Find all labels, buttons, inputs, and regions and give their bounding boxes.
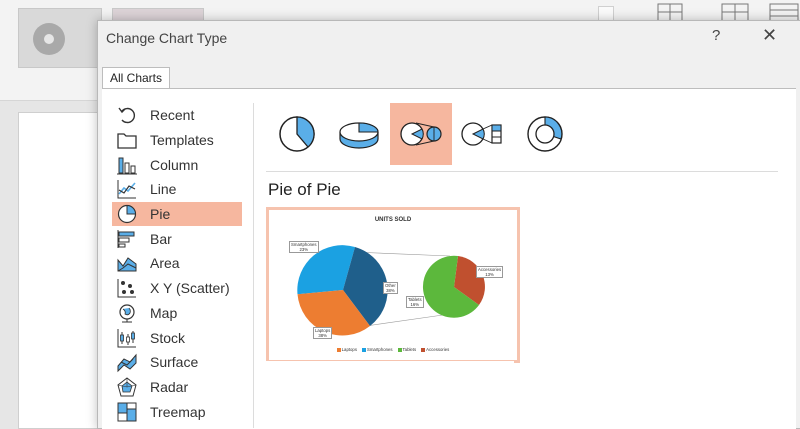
treemap-icon [116, 401, 138, 423]
column-icon [116, 154, 138, 176]
chart-type-label: Map [150, 304, 178, 321]
chart-subtype-gallery [266, 103, 576, 165]
label-other: Other 38% [383, 282, 398, 294]
change-chart-type-dialog: Change Chart Type ? ✕ All Charts Recent … [97, 20, 800, 429]
bar-icon [116, 228, 138, 250]
chart-type-recent[interactable]: Recent [112, 103, 242, 128]
legend-item: Tablets [397, 347, 416, 352]
recent-icon [116, 104, 138, 126]
chart-type-label: Stock [150, 329, 186, 346]
chart-preview[interactable]: UNITS SOLD Smartphones 23% Other 38% Lapto… [266, 207, 520, 363]
preview-legend: Laptops Smartphones Tablets Accessories [269, 347, 517, 352]
chart-type-radar[interactable]: Radar [112, 375, 242, 400]
chart-type-label: Area [150, 255, 180, 272]
help-button[interactable]: ? [712, 27, 720, 44]
subtype-name: Pie of Pie [268, 180, 341, 199]
legend-item: Smartphones [361, 347, 393, 352]
chart-type-area[interactable]: Area [112, 251, 242, 276]
subtype-doughnut[interactable] [514, 103, 576, 165]
3d-pie-subtype-icon [339, 122, 379, 149]
dialog-title: Change Chart Type [106, 30, 228, 46]
chart-type-column[interactable]: Column [112, 152, 242, 177]
legend-item: Laptops [336, 347, 357, 352]
chart-type-map[interactable]: Map [112, 301, 242, 326]
subtype-bar-of-pie[interactable] [452, 103, 514, 165]
area-icon [116, 252, 138, 274]
close-button[interactable]: ✕ [762, 25, 777, 46]
chart-type-label: Templates [150, 132, 214, 149]
stock-icon [116, 327, 138, 349]
tab-all-charts[interactable]: All Charts [102, 67, 171, 88]
chart-type-label: Pie [150, 206, 171, 223]
subtype-3d-pie[interactable] [328, 103, 390, 165]
chart-type-surface[interactable]: Surface [112, 350, 242, 375]
background-style-thumbnail [18, 8, 102, 68]
line-icon [116, 178, 138, 200]
chart-type-label: Treemap [150, 403, 206, 420]
label-smartphones: Smartphones 23% [289, 241, 319, 253]
chart-type-list: Recent Templates Column Line Pie Bar Are… [112, 103, 242, 424]
legend-item: Accessories [421, 347, 449, 352]
chart-type-label: Column [150, 156, 199, 173]
chart-type-stock[interactable]: Stock [112, 325, 242, 350]
chart-type-templates[interactable]: Templates [112, 128, 242, 153]
bar-of-pie-subtype-icon [461, 122, 502, 146]
preview-area [266, 361, 514, 428]
scatter-icon [116, 277, 138, 299]
chart-type-label: Line [150, 181, 177, 198]
chart-type-label: Recent [150, 107, 195, 124]
chart-type-label: Surface [150, 354, 199, 371]
chart-type-treemap[interactable]: Treemap [112, 399, 242, 424]
label-laptops: Laptops 38% [313, 327, 333, 339]
subtype-pie[interactable] [266, 103, 328, 165]
label-accessories: Accessories 13% [476, 266, 504, 278]
doughnut-subtype-icon [527, 116, 563, 152]
chart-type-line[interactable]: Line [112, 177, 242, 202]
map-icon [116, 302, 138, 324]
chart-type-label: Bar [150, 230, 172, 247]
subtype-pie-of-pie[interactable] [390, 103, 452, 165]
chart-type-label: X Y (Scatter) [150, 280, 230, 297]
surface-icon [116, 351, 138, 373]
chart-type-bar[interactable]: Bar [112, 226, 242, 251]
pie-icon [116, 203, 138, 225]
templates-icon [116, 129, 138, 151]
radar-icon [116, 376, 138, 398]
gallery-divider [266, 171, 778, 172]
chart-type-pie[interactable]: Pie [112, 201, 242, 227]
pie-subtype-icon [279, 116, 315, 152]
chart-type-scatter[interactable]: X Y (Scatter) [112, 276, 242, 301]
chart-type-label: Radar [150, 378, 189, 395]
background-slide [18, 112, 100, 429]
label-tablets: Tablets 16% [406, 296, 424, 308]
panel-divider [253, 103, 254, 428]
pie-of-pie-subtype-icon [400, 122, 442, 146]
